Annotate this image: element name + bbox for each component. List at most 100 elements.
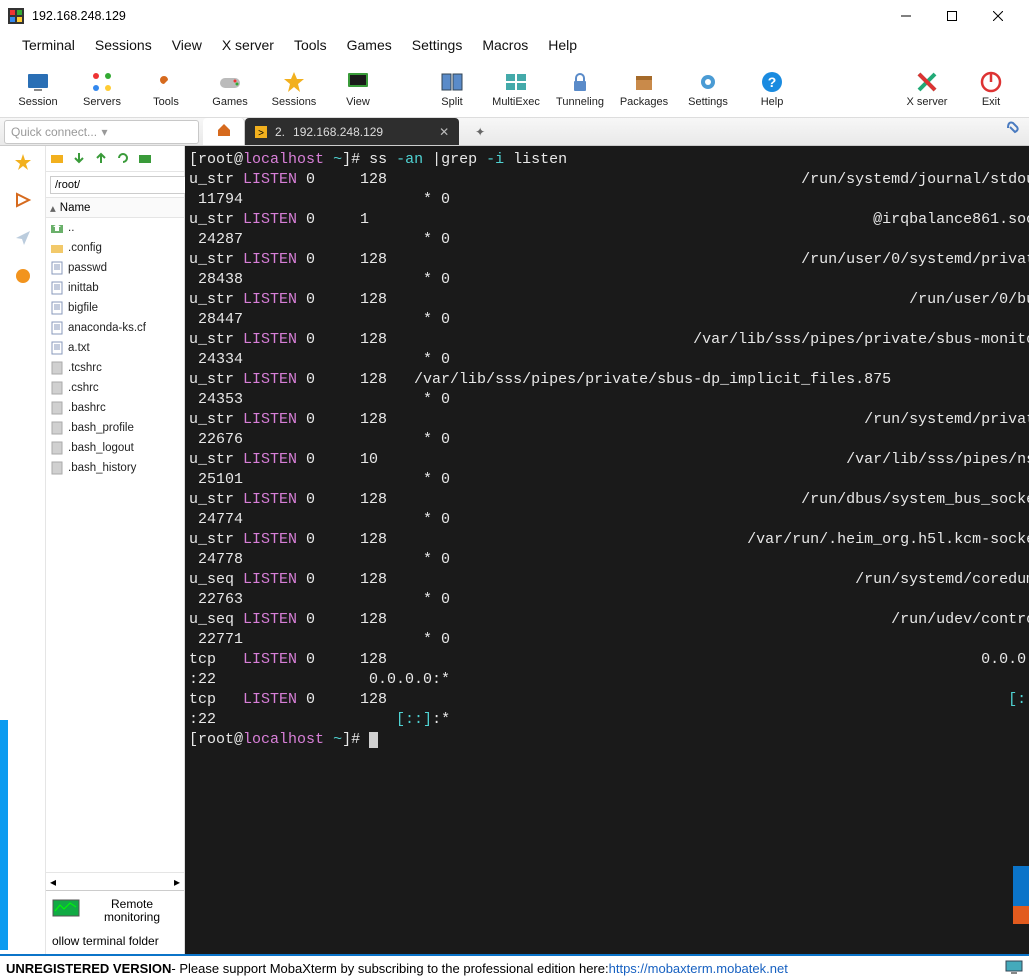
list-item[interactable]: .cshrc	[46, 378, 184, 398]
menu-sessions[interactable]: Sessions	[85, 34, 162, 56]
download-icon[interactable]	[72, 151, 88, 167]
tool-servers[interactable]: Servers	[70, 62, 134, 116]
menubar: Terminal Sessions View X server Tools Ga…	[0, 32, 1029, 58]
power-icon	[979, 70, 1003, 94]
sftp-toolbar	[46, 146, 184, 172]
tool-tunneling[interactable]: Tunneling	[548, 62, 612, 116]
tabs-row: Quick connect... ▾ > 2. 192.168.248.129 …	[0, 118, 1029, 146]
footer: UNREGISTERED VERSION - Please support Mo…	[0, 954, 1029, 980]
file-icon	[50, 261, 64, 275]
right-accent	[1013, 866, 1029, 906]
file-name: .bash_profile	[68, 422, 134, 434]
follow-terminal-row[interactable]: ollow terminal folder	[46, 930, 184, 954]
refresh-icon[interactable]	[116, 151, 132, 167]
file-name: .bash_logout	[68, 442, 134, 454]
close-button[interactable]	[975, 0, 1021, 32]
menu-xserver[interactable]: X server	[212, 34, 284, 56]
tool-multiexec[interactable]: MultiExec	[484, 62, 548, 116]
list-item[interactable]: .bashrc	[46, 398, 184, 418]
tool-session[interactable]: Session	[6, 62, 70, 116]
list-item[interactable]: bigfile	[46, 298, 184, 318]
footer-link[interactable]: https://mobaxterm.mobatek.net	[609, 961, 788, 976]
file-icon	[50, 221, 64, 235]
tool-sessions[interactable]: Sessions	[262, 62, 326, 116]
home-icon	[216, 122, 232, 141]
newfolder-icon[interactable]	[138, 151, 154, 167]
sftp-panel: ▴ Name ...configpasswdinittabbigfileanac…	[46, 146, 185, 954]
package-icon	[632, 70, 656, 94]
list-item[interactable]: .bash_history	[46, 458, 184, 478]
h-scrollbar[interactable]: ◂▸	[46, 872, 184, 890]
new-tab-button[interactable]: ✦	[459, 118, 501, 145]
menu-help[interactable]: Help	[538, 34, 587, 56]
list-item[interactable]: .config	[46, 238, 184, 258]
tab-index: 2.	[275, 125, 285, 139]
file-icon	[50, 321, 64, 335]
file-icon	[50, 281, 64, 295]
plus-icon: ✦	[475, 125, 485, 139]
file-icon	[50, 241, 64, 255]
window-title: 192.168.248.129	[32, 9, 883, 23]
list-item[interactable]: anaconda-ks.cf	[46, 318, 184, 338]
left-accent	[0, 720, 8, 950]
globe-icon[interactable]	[13, 266, 33, 286]
send-icon[interactable]	[13, 228, 33, 248]
wrench-icon	[154, 70, 178, 94]
tool-packages[interactable]: Packages	[612, 62, 676, 116]
file-list-header[interactable]: ▴ Name	[46, 198, 184, 218]
minimize-button[interactable]	[883, 0, 929, 32]
file-icon	[50, 461, 64, 475]
tool-games[interactable]: Games	[198, 62, 262, 116]
macros-icon[interactable]	[13, 190, 33, 210]
menu-tools[interactable]: Tools	[284, 34, 337, 56]
terminal[interactable]: [root@localhost ~]# ss -an |grep -i list…	[185, 146, 1029, 954]
list-item[interactable]: .bash_logout	[46, 438, 184, 458]
upload-icon[interactable]	[94, 151, 110, 167]
file-name: .cshrc	[68, 382, 99, 394]
tool-split[interactable]: Split	[420, 62, 484, 116]
tool-help[interactable]: ?Help	[740, 62, 804, 116]
footer-msg: - Please support MobaXterm by subscribin…	[171, 961, 608, 976]
file-icon	[50, 361, 64, 375]
maximize-button[interactable]	[929, 0, 975, 32]
terminal-tab[interactable]: > 2. 192.168.248.129 ✕	[245, 118, 459, 145]
file-name: .tcshrc	[68, 362, 102, 374]
menu-settings[interactable]: Settings	[402, 34, 473, 56]
menu-terminal[interactable]: Terminal	[12, 34, 85, 56]
view-icon	[346, 70, 370, 94]
tool-xserver[interactable]: X server	[895, 62, 959, 116]
file-list: ...configpasswdinittabbigfileanaconda-ks…	[46, 218, 184, 872]
remote-monitoring-button[interactable]: Remote monitoring	[46, 890, 184, 930]
file-icon	[50, 301, 64, 315]
menu-view[interactable]: View	[162, 34, 212, 56]
menu-macros[interactable]: Macros	[472, 34, 538, 56]
folder-icon[interactable]	[50, 151, 66, 167]
list-item[interactable]: inittab	[46, 278, 184, 298]
tool-tools[interactable]: Tools	[134, 62, 198, 116]
list-item[interactable]: passwd	[46, 258, 184, 278]
quick-connect-input[interactable]: Quick connect... ▾	[4, 120, 199, 144]
list-item[interactable]: ..	[46, 218, 184, 238]
file-icon	[50, 441, 64, 455]
tab-label: 192.168.248.129	[293, 125, 383, 139]
file-name: a.txt	[68, 342, 90, 354]
terminal-icon: >	[255, 126, 267, 138]
app-icon	[8, 8, 24, 24]
sftp-path-input[interactable]	[50, 176, 202, 194]
toolbar: Session Servers Tools Games Sessions Vie…	[0, 58, 1029, 118]
list-item[interactable]: .bash_profile	[46, 418, 184, 438]
tool-view[interactable]: View	[326, 62, 390, 116]
paperclip-icon[interactable]	[1003, 118, 1021, 139]
quick-connect-placeholder: Quick connect...	[11, 125, 102, 139]
tab-close-icon[interactable]: ✕	[439, 125, 449, 139]
home-tab[interactable]	[203, 118, 245, 145]
tool-exit[interactable]: Exit	[959, 62, 1023, 116]
file-icon	[50, 421, 64, 435]
footer-monitor-icon	[1005, 960, 1023, 977]
favorites-icon[interactable]	[13, 152, 33, 172]
tool-settings[interactable]: Settings	[676, 62, 740, 116]
help-icon: ?	[760, 70, 784, 94]
list-item[interactable]: a.txt	[46, 338, 184, 358]
menu-games[interactable]: Games	[337, 34, 402, 56]
list-item[interactable]: .tcshrc	[46, 358, 184, 378]
